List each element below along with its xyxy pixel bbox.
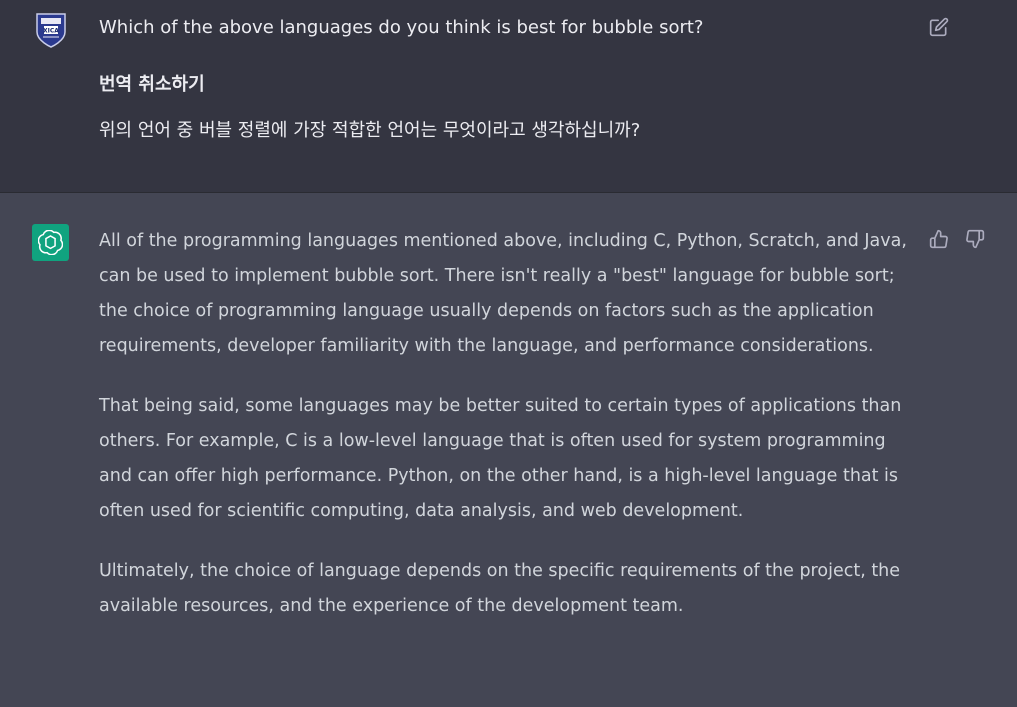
svg-text:XICA: XICA: [43, 28, 59, 35]
thumbs-down-button[interactable]: [964, 228, 986, 250]
assistant-avatar: [32, 224, 69, 261]
edit-icon: [929, 17, 949, 37]
user-avatar: XICA: [33, 12, 69, 48]
edit-message-button[interactable]: [928, 16, 950, 38]
thumbs-up-icon: [929, 229, 948, 249]
cancel-translation-link[interactable]: 번역 취소하기: [99, 71, 205, 99]
openai-logo-icon: [38, 230, 63, 255]
user-message: XICA Which of the above languages do you…: [0, 0, 1017, 193]
answer-paragraph-3: Ultimately, the choice of language depen…: [99, 561, 901, 616]
thumbs-up-button[interactable]: [928, 228, 950, 250]
answer-paragraph-2: That being said, some languages may be b…: [99, 396, 902, 521]
thumbs-down-icon: [966, 229, 985, 249]
answer-paragraph-1: All of the programming languages mention…: [99, 231, 907, 356]
school-crest-icon: XICA: [36, 13, 66, 48]
assistant-message: All of the programming languages mention…: [0, 193, 1017, 707]
translated-question-text: 위의 언어 중 버블 정렬에 가장 적합한 언어는 무엇이라고 생각하십니까?: [99, 120, 641, 141]
assistant-answer: All of the programming languages mention…: [99, 224, 919, 649]
user-question-text: Which of the above languages do you thin…: [99, 17, 704, 38]
